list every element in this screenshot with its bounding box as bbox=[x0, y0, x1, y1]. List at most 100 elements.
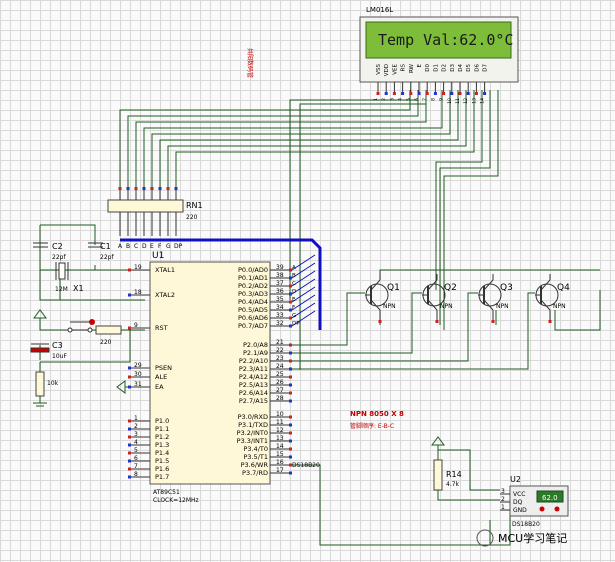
rn1-pin-marker bbox=[174, 187, 178, 190]
u1-pin-name: P2.6/A14 bbox=[239, 389, 268, 397]
transistor-ref: Q1 bbox=[387, 283, 400, 293]
vertical-note: 共阳数码管 bbox=[246, 48, 254, 78]
npn-transistor-q4: Q4 NPN bbox=[535, 274, 570, 323]
u1-pin-marker bbox=[128, 293, 131, 297]
u1-pin-marker bbox=[289, 471, 292, 475]
u1-pin-name: P1.2 bbox=[155, 433, 169, 441]
u2-pin-number: 3 bbox=[501, 488, 505, 495]
u1-pin-number: 14 bbox=[276, 443, 284, 450]
u1-pin-name: P3.6/WR bbox=[241, 461, 269, 469]
u1-pin-marker bbox=[289, 455, 292, 459]
ground-arrow-icon bbox=[116, 380, 126, 394]
watermark: MCU学习笔记 bbox=[476, 529, 567, 547]
u1-pin-name: ALE bbox=[155, 373, 167, 381]
transistor-ref: Q3 bbox=[500, 283, 513, 293]
u1-right-pins: 39 P0.0/AD0 38 P0.1/AD1 37 P0.2/AD2 36 P0.3/AD3… bbox=[237, 264, 292, 477]
lcd-pin-label: RS bbox=[401, 64, 407, 72]
u1-pin-number: 25 bbox=[276, 371, 284, 378]
u1-pin-number: 15 bbox=[276, 451, 284, 458]
u1-pin-marker bbox=[289, 367, 292, 371]
rn1-pin-label: G bbox=[166, 243, 171, 250]
reset-resistor-value: 220 bbox=[100, 339, 112, 346]
lcd-pin-label: D1 bbox=[433, 64, 439, 72]
u1-pin-name: P1.7 bbox=[155, 473, 169, 481]
u1-pin-number: 28 bbox=[276, 395, 284, 402]
lcd-pin-number: 12 bbox=[463, 98, 469, 104]
npn-transistor-q3: Q3 NPN bbox=[478, 274, 513, 323]
u1-pin-marker bbox=[289, 351, 292, 355]
u1-pin-marker bbox=[128, 366, 131, 370]
u1-pin-number: 10 bbox=[276, 411, 284, 418]
sensor-button-icon bbox=[554, 506, 560, 512]
lcd-pin-number: 9 bbox=[439, 98, 445, 101]
u1-pin-name: P0.0/AD0 bbox=[238, 266, 268, 274]
schematic-svg: LM016L Temp Val:62.0°C VSS 1 VDD 2 VEE 3 RS 4 RW… bbox=[30, 6, 601, 547]
u1-pin-marker bbox=[289, 415, 292, 419]
lcd-pin-label: D3 bbox=[450, 63, 456, 71]
rn1-pin-marker bbox=[142, 187, 146, 190]
u1-bus-labels: ABCDEFG DP bbox=[292, 265, 300, 327]
rn1-pin-marker bbox=[166, 187, 170, 190]
u1-pin-number: 30 bbox=[134, 371, 142, 378]
u2-pin-number: 2 bbox=[501, 496, 505, 503]
ground-icon bbox=[33, 402, 47, 407]
lcd-pin-label: E bbox=[417, 63, 423, 67]
u1-clock: CLOCK=12MHz bbox=[153, 497, 199, 504]
resistor-r14 bbox=[433, 459, 443, 491]
u1-pin-marker bbox=[128, 467, 131, 471]
lcd-display-text: Temp Val:62.0°C bbox=[378, 31, 513, 49]
u1-pin-name: P2.2/A10 bbox=[239, 357, 268, 365]
u1-pin-marker bbox=[289, 383, 292, 387]
ds-label: DS18B20 bbox=[292, 462, 320, 469]
lcd-pin-label: D0 bbox=[425, 63, 431, 71]
rn1-pin-marker bbox=[134, 187, 138, 190]
lcd-pin-number: 2 bbox=[381, 98, 387, 101]
u1-pin-marker bbox=[289, 447, 292, 451]
rn1-pin-marker bbox=[118, 187, 122, 190]
u2-part: DS18B20 bbox=[512, 521, 540, 528]
lcd-pin-marker bbox=[417, 92, 421, 95]
rn1-pin-label: D bbox=[142, 243, 147, 250]
u1-pin-name: P3.4/T0 bbox=[243, 445, 268, 453]
c1-ref: C1 bbox=[100, 242, 111, 251]
u1-pin-number: 2 bbox=[134, 423, 138, 430]
bus-label: E bbox=[292, 297, 296, 303]
u1-pin-number: 37 bbox=[276, 280, 284, 287]
transistor-type: NPN bbox=[553, 303, 566, 310]
r14-value: 4.7k bbox=[446, 481, 460, 488]
u1-pin-name: P0.4/AD4 bbox=[238, 298, 268, 306]
u1-pin-name: P2.4/A12 bbox=[239, 373, 268, 381]
u1-pin-number: 32 bbox=[276, 320, 284, 327]
mcu-u1: U1 AT89C51 CLOCK=12MHz 19 XTAL118 XTAL29 RS… bbox=[128, 251, 300, 504]
resistor-10k bbox=[35, 371, 45, 397]
u1-pin-name: P2.0/A8 bbox=[243, 341, 268, 349]
u2-reading: 62.0 bbox=[542, 494, 558, 502]
u1-pin-name: P2.3/A11 bbox=[239, 365, 268, 373]
u2-pin-name: DQ bbox=[513, 499, 523, 506]
u1-pin-number: 6 bbox=[134, 455, 138, 462]
transistor-type: NPN bbox=[383, 303, 396, 310]
u1-pin-number: 36 bbox=[276, 288, 284, 295]
u1-ref: U1 bbox=[152, 251, 164, 261]
bus-label: DP bbox=[292, 321, 300, 327]
u1-pin-number: 9 bbox=[134, 322, 138, 329]
power-arrow-icon bbox=[431, 436, 445, 446]
u1-pin-name: P1.6 bbox=[155, 465, 169, 473]
rn1-pin-label: A bbox=[118, 243, 123, 250]
transistor-type: NPN bbox=[496, 303, 509, 310]
rn1-ref: RN1 bbox=[186, 201, 203, 210]
u1-pin-marker bbox=[289, 423, 292, 427]
lcd-pin-marker bbox=[409, 92, 413, 95]
u1-pin-number: 29 bbox=[134, 362, 142, 369]
sensor-button-icon bbox=[539, 506, 545, 512]
u1-pin-name: XTAL1 bbox=[155, 266, 175, 274]
rn1-pin-marker bbox=[126, 187, 130, 190]
lcd-pin-marker bbox=[433, 92, 437, 95]
crystal-x1 bbox=[55, 262, 69, 280]
u1-pin-number: 19 bbox=[134, 264, 142, 271]
reset-indicator-icon bbox=[89, 319, 95, 325]
c3-ref: C3 bbox=[52, 341, 63, 350]
u1-pin-number: 34 bbox=[276, 304, 284, 311]
u1-pin-number: 18 bbox=[134, 289, 142, 296]
npn-order: 管脚顺序: E-B-C bbox=[350, 422, 394, 430]
